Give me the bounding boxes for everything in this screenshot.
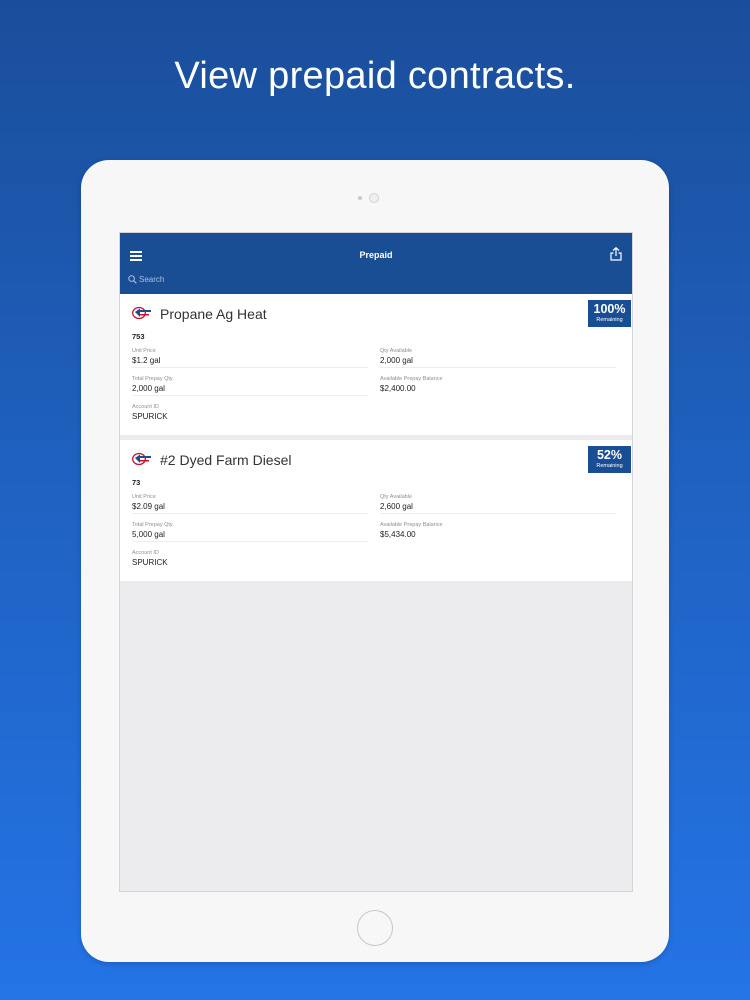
field-value: $1.2 gal (132, 356, 161, 365)
tablet-frame: Prepaid Search Propane Ag Heat 100% Rema… (81, 160, 669, 962)
company-logo-icon (132, 306, 151, 320)
field-label: Qty Available (380, 494, 413, 500)
remaining-badge: 52% Remaining (588, 446, 631, 473)
account-id-field: Account ID SPURICK (132, 404, 368, 424)
marketing-headline: View prepaid contracts. (174, 55, 576, 97)
field-value: 2,600 gal (380, 502, 413, 511)
qty-available-field: Qty Available 2,000 gal (380, 348, 616, 368)
remaining-percent: 52% (596, 448, 623, 462)
field-value: 2,000 gal (380, 356, 413, 365)
contract-card[interactable]: Propane Ag Heat 100% Remaining 753 Unit … (120, 294, 632, 435)
remaining-label: Remaining (596, 317, 623, 323)
field-label: Unit Price (132, 494, 156, 500)
share-icon[interactable] (610, 247, 622, 261)
field-value: $2,400.00 (380, 384, 416, 393)
field-label: Total Prepay Qty. (132, 522, 174, 528)
search-icon (128, 275, 137, 284)
field-value: $5,434.00 (380, 530, 416, 539)
field-value: 5,000 gal (132, 530, 165, 539)
company-logo-icon (132, 452, 151, 466)
front-camera (369, 193, 379, 203)
total-prepay-field: Total Prepay Qty. 2,000 gal (132, 376, 368, 396)
field-value: SPURICK (132, 558, 168, 567)
available-balance-field: Available Prepay Balance $5,434.00 (380, 522, 616, 542)
contract-number: 73 (132, 478, 141, 487)
unit-price-field: Unit Price $2.09 gal (132, 494, 368, 514)
home-button[interactable] (357, 910, 393, 946)
camera-sensor (358, 196, 362, 200)
field-label: Account ID (132, 404, 159, 410)
field-value: $2.09 gal (132, 502, 165, 511)
field-value: 2,000 gal (132, 384, 165, 393)
app-screen: Prepaid Search Propane Ag Heat 100% Rema… (119, 232, 633, 892)
contract-number: 753 (132, 332, 145, 341)
total-prepay-field: Total Prepay Qty. 5,000 gal (132, 522, 368, 542)
field-label: Unit Price (132, 348, 156, 354)
unit-price-field: Unit Price $1.2 gal (132, 348, 368, 368)
account-id-field: Account ID SPURICK (132, 550, 368, 570)
page-title: Prepaid (359, 250, 393, 260)
navigation-bar: Prepaid Search (120, 233, 632, 294)
field-label: Available Prepay Balance (380, 376, 443, 382)
field-label: Account ID (132, 550, 159, 556)
contract-title: Propane Ag Heat (160, 306, 267, 322)
field-label: Total Prepay Qty. (132, 376, 174, 382)
qty-available-field: Qty Available 2,600 gal (380, 494, 616, 514)
field-label: Available Prepay Balance (380, 522, 443, 528)
available-balance-field: Available Prepay Balance $2,400.00 (380, 376, 616, 396)
field-value: SPURICK (132, 412, 168, 421)
contract-title: #2 Dyed Farm Diesel (160, 452, 292, 468)
search-input[interactable]: Search (127, 271, 627, 289)
field-label: Qty Available (380, 348, 413, 354)
search-placeholder: Search (139, 275, 165, 284)
contract-card[interactable]: #2 Dyed Farm Diesel 52% Remaining 73 Uni… (120, 440, 632, 581)
remaining-percent: 100% (593, 302, 626, 316)
remaining-label: Remaining (596, 463, 623, 469)
remaining-badge: 100% Remaining (588, 300, 631, 327)
